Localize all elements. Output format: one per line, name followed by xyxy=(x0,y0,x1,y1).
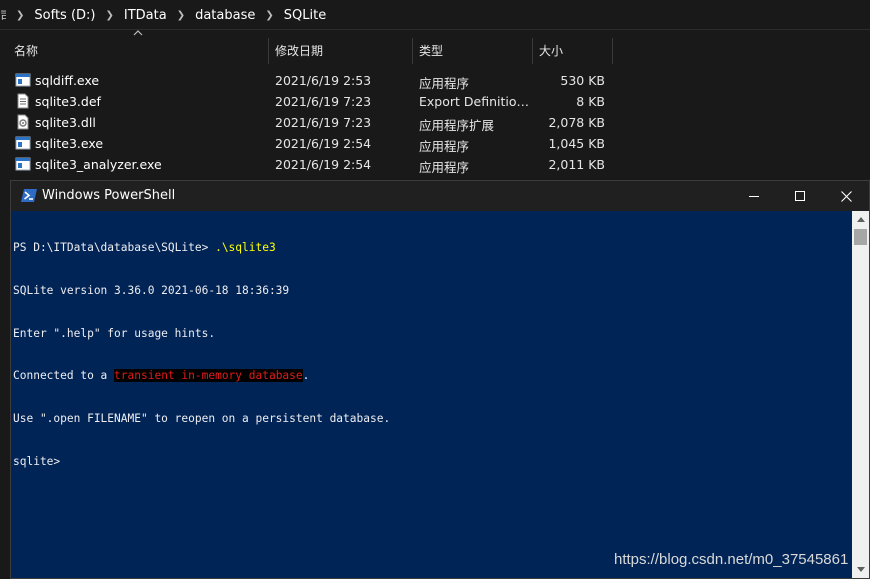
close-icon xyxy=(840,190,852,202)
console-line: Use ".open FILENAME" to reopen on a pers… xyxy=(13,411,391,425)
console-output[interactable]: PS D:\ITData\database\SQLite> .\sqlite3 … xyxy=(13,213,851,576)
exe-icon xyxy=(15,136,31,150)
file-size: 530 KB xyxy=(560,73,605,88)
scrollbar-thumb[interactable] xyxy=(854,229,867,245)
console-line: sqlite> xyxy=(13,454,851,468)
title-bar[interactable]: Windows PowerShell xyxy=(11,181,869,211)
file-date: 2021/6/19 2:53 xyxy=(275,73,372,88)
chevron-right-icon[interactable]: ❯ xyxy=(167,10,195,21)
file-date: 2021/6/19 7:23 xyxy=(275,115,372,130)
exe-icon xyxy=(15,157,31,171)
column-header-name[interactable]: 名称 xyxy=(8,38,268,64)
breadcrumb-sqlite[interactable]: SQLite xyxy=(284,8,326,23)
file-row[interactable]: sqldiff.exe 2021/6/19 2:53 应用程序 530 KB xyxy=(0,70,870,91)
column-header-type[interactable]: 类型 xyxy=(413,38,532,64)
file-name: sqlite3.exe xyxy=(35,136,104,151)
vertical-scrollbar[interactable] xyxy=(852,211,869,578)
file-type: 应用程序 xyxy=(419,76,470,91)
file-name: sqldiff.exe xyxy=(35,73,100,88)
chevron-down-icon xyxy=(856,567,865,572)
file-type: 应用程序 xyxy=(419,139,470,154)
connected-text: Connected to a xyxy=(13,369,115,383)
exe-icon xyxy=(15,73,31,87)
maximize-icon xyxy=(795,191,805,201)
file-size: 8 KB xyxy=(576,94,605,109)
file-name: sqlite3.def xyxy=(35,94,101,109)
file-name: sqlite3_analyzer.exe xyxy=(35,157,162,172)
column-headers: 名称 修改日期 类型 大小 xyxy=(0,38,870,64)
breadcrumb-softs-drive[interactable]: Softs (D:) xyxy=(34,8,95,23)
chevron-right-icon[interactable]: ❯ xyxy=(6,10,34,21)
file-date: 2021/6/19 2:54 xyxy=(275,157,372,172)
console-line: Enter ".help" for usage hints. xyxy=(13,326,216,340)
file-row[interactable]: sqlite3_analyzer.exe 2021/6/19 2:54 应用程序… xyxy=(0,154,870,175)
file-row[interactable]: sqlite3.dll 2021/6/19 7:23 应用程序扩展 2,078 … xyxy=(0,112,870,133)
file-name: sqlite3.dll xyxy=(35,115,96,130)
powershell-window: Windows PowerShell PS D:\ITData\database… xyxy=(10,180,870,579)
minimize-button[interactable] xyxy=(731,181,777,211)
text-cursor xyxy=(67,454,74,467)
typed-command: .\sqlite3 xyxy=(215,241,276,255)
window-title: Windows PowerShell xyxy=(42,188,176,203)
chevron-right-icon[interactable]: ❯ xyxy=(255,10,283,21)
minimize-icon xyxy=(749,196,759,197)
console-line: Connected to a transient in-memory datab… xyxy=(13,369,851,383)
file-type: 应用程序扩展 xyxy=(419,118,495,133)
scroll-down-button[interactable] xyxy=(852,561,869,578)
console-line: SQLite version 3.36.0 2021-06-18 18:36:3… xyxy=(13,284,290,297)
powershell-icon xyxy=(21,189,37,202)
dll-icon xyxy=(17,114,29,130)
document-icon xyxy=(17,93,29,109)
file-row[interactable]: sqlite3.exe 2021/6/19 2:54 应用程序 1,045 KB xyxy=(0,133,870,154)
file-explorer-window: 司 ❯ Softs (D:) ❯ ITData ❯ database ❯ SQL… xyxy=(0,0,870,182)
file-row[interactable]: sqlite3.def 2021/6/19 7:23 Export Defini… xyxy=(0,91,870,112)
close-button[interactable] xyxy=(823,181,869,211)
file-size: 2,078 KB xyxy=(548,115,605,130)
transient-db-highlight: transient in-memory database xyxy=(114,369,303,383)
connected-suffix: . xyxy=(302,369,310,383)
chevron-up-icon xyxy=(856,217,865,222)
maximize-button[interactable] xyxy=(777,181,823,211)
file-date: 2021/6/19 2:54 xyxy=(275,136,372,151)
file-size: 2,011 KB xyxy=(548,157,605,172)
sort-ascending-icon xyxy=(133,30,143,36)
column-divider[interactable] xyxy=(612,38,613,64)
chevron-right-icon[interactable]: ❯ xyxy=(95,10,123,21)
column-header-date[interactable]: 修改日期 xyxy=(269,38,412,64)
scroll-up-button[interactable] xyxy=(852,211,869,228)
breadcrumb-itdata[interactable]: ITData xyxy=(124,8,167,23)
sqlite-prompt: sqlite> xyxy=(13,455,67,469)
ps-prompt: PS D:\ITData\database\SQLite> xyxy=(13,241,216,255)
console-line: PS D:\ITData\database\SQLite> .\sqlite3 xyxy=(13,241,851,255)
breadcrumb-database[interactable]: database xyxy=(195,8,255,23)
address-bar[interactable]: 司 ❯ Softs (D:) ❯ ITData ❯ database ❯ SQL… xyxy=(0,0,870,30)
watermark-text: https://blog.csdn.net/m0_37545861 xyxy=(614,551,849,568)
file-type: Export Definition... xyxy=(419,94,531,109)
file-type: 应用程序 xyxy=(419,160,470,175)
column-header-size[interactable]: 大小 xyxy=(533,38,612,64)
file-date: 2021/6/19 7:23 xyxy=(275,94,372,109)
file-size: 1,045 KB xyxy=(548,136,605,151)
breadcrumb: 司 ❯ Softs (D:) ❯ ITData ❯ database ❯ SQL… xyxy=(0,0,326,30)
